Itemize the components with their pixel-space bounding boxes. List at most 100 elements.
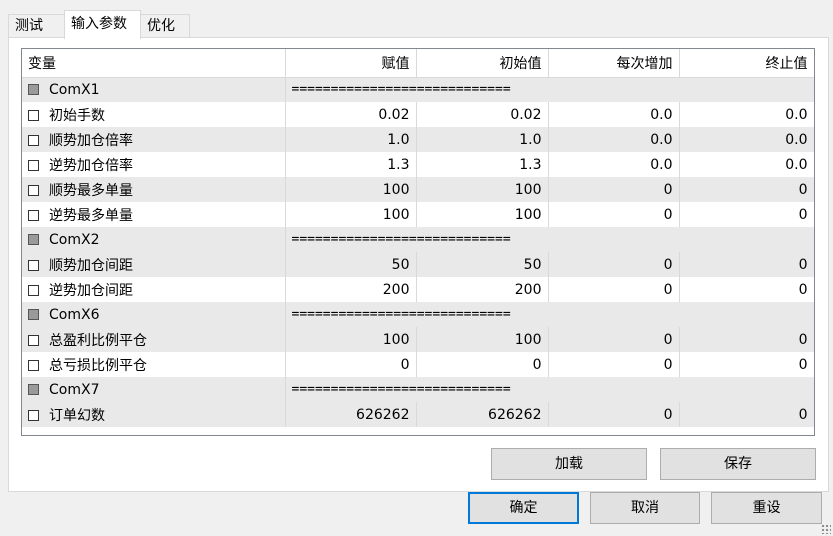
param-start[interactable]: 0: [416, 352, 549, 377]
param-stop[interactable]: 0: [679, 402, 814, 427]
param-stop[interactable]: 0.0: [679, 152, 814, 177]
param-stop[interactable]: 0: [679, 277, 814, 302]
param-name: 顺势最多单量: [49, 182, 133, 199]
param-value[interactable]: 200: [285, 277, 417, 302]
checkbox[interactable]: [28, 259, 39, 271]
param-name-cell[interactable]: 顺势加仓倍率: [22, 127, 286, 152]
param-name-cell[interactable]: 顺势加仓间距: [22, 252, 286, 277]
tab-optimize[interactable]: 优化: [140, 14, 190, 37]
param-value[interactable]: 1.0: [285, 127, 417, 152]
param-step[interactable]: 0: [548, 352, 680, 377]
param-name-cell[interactable]: 初始手数: [22, 102, 286, 127]
param-row[interactable]: 总亏损比例平仓 0 0 0 0: [22, 352, 814, 377]
col-header-start[interactable]: 初始值: [416, 49, 549, 78]
param-value[interactable]: 0.02: [285, 102, 417, 127]
param-start[interactable]: 1.3: [416, 152, 549, 177]
param-start[interactable]: 200: [416, 277, 549, 302]
param-step[interactable]: 0: [548, 202, 680, 227]
checkbox[interactable]: [28, 134, 39, 146]
param-row[interactable]: 初始手数 0.02 0.02 0.0 0.0: [22, 102, 814, 127]
checkbox[interactable]: [28, 334, 39, 346]
param-start[interactable]: 100: [416, 177, 549, 202]
param-row[interactable]: 逆势加仓倍率 1.3 1.3 0.0 0.0: [22, 152, 814, 177]
param-step[interactable]: 0: [548, 252, 680, 277]
checkbox[interactable]: [28, 184, 39, 196]
group-name-cell[interactable]: ComX2: [22, 227, 286, 252]
checkbox[interactable]: [28, 109, 39, 121]
load-button[interactable]: 加载: [491, 448, 647, 480]
param-step[interactable]: 0.0: [548, 127, 680, 152]
param-row[interactable]: 总盈利比例平仓 100 100 0 0: [22, 327, 814, 352]
param-start[interactable]: 1.0: [416, 127, 549, 152]
param-name: 总亏损比例平仓: [49, 357, 147, 374]
param-step[interactable]: 0.0: [548, 102, 680, 127]
checkbox[interactable]: [28, 308, 39, 320]
param-stop[interactable]: 0: [679, 327, 814, 352]
param-stop[interactable]: 0.0: [679, 127, 814, 152]
param-row[interactable]: 逆势最多单量 100 100 0 0: [22, 202, 814, 227]
param-step[interactable]: 0: [548, 177, 680, 202]
checkbox[interactable]: [28, 233, 39, 245]
param-row[interactable]: 订单幻数 626262 626262 0 0: [22, 402, 814, 427]
tab-input-params[interactable]: 输入参数: [64, 10, 141, 39]
param-name-cell[interactable]: 顺势最多单量: [22, 177, 286, 202]
param-row[interactable]: 顺势加仓倍率 1.0 1.0 0.0 0.0: [22, 127, 814, 152]
group-name: ComX2: [49, 231, 100, 248]
save-button[interactable]: 保存: [660, 448, 816, 480]
param-step[interactable]: 0: [548, 402, 680, 427]
checkbox[interactable]: [28, 383, 39, 395]
param-stop[interactable]: 0: [679, 177, 814, 202]
param-name: 初始手数: [49, 107, 105, 124]
param-name-cell[interactable]: 订单幻数: [22, 402, 286, 427]
param-value[interactable]: 626262: [285, 402, 417, 427]
param-step[interactable]: 0.0: [548, 152, 680, 177]
param-start[interactable]: 100: [416, 202, 549, 227]
checkbox[interactable]: [28, 359, 39, 371]
param-start[interactable]: 626262: [416, 402, 549, 427]
reset-button[interactable]: 重设: [711, 492, 822, 524]
checkbox[interactable]: [28, 83, 39, 95]
param-start[interactable]: 50: [416, 252, 549, 277]
param-name-cell[interactable]: 逆势最多单量: [22, 202, 286, 227]
checkbox[interactable]: [28, 209, 39, 221]
checkbox[interactable]: [28, 159, 39, 171]
group-row[interactable]: ComX7 ============================: [22, 377, 814, 402]
param-step[interactable]: 0: [548, 327, 680, 352]
param-name-cell[interactable]: 逆势加仓间距: [22, 277, 286, 302]
param-name-cell[interactable]: 逆势加仓倍率: [22, 152, 286, 177]
col-header-stop[interactable]: 终止值: [679, 49, 814, 78]
param-start[interactable]: 100: [416, 327, 549, 352]
param-value[interactable]: 100: [285, 202, 417, 227]
group-name-cell[interactable]: ComX1: [22, 77, 286, 102]
checkbox[interactable]: [28, 409, 39, 421]
group-name-cell[interactable]: ComX6: [22, 302, 286, 327]
param-value[interactable]: 1.3: [285, 152, 417, 177]
param-start[interactable]: 0.02: [416, 102, 549, 127]
param-stop[interactable]: 0.0: [679, 102, 814, 127]
col-header-value[interactable]: 赋值: [285, 49, 417, 78]
group-row[interactable]: ComX6 ============================: [22, 302, 814, 327]
col-header-variable[interactable]: 变量: [22, 49, 286, 78]
group-row[interactable]: ComX1 ============================: [22, 77, 814, 102]
param-row[interactable]: 逆势加仓间距 200 200 0 0: [22, 277, 814, 302]
param-stop[interactable]: 0: [679, 352, 814, 377]
checkbox[interactable]: [28, 284, 39, 296]
param-step[interactable]: 0: [548, 277, 680, 302]
param-row[interactable]: 顺势最多单量 100 100 0 0: [22, 177, 814, 202]
col-header-step[interactable]: 每次增加: [548, 49, 680, 78]
param-row[interactable]: 顺势加仓间距 50 50 0 0: [22, 252, 814, 277]
param-name-cell[interactable]: 总亏损比例平仓: [22, 352, 286, 377]
param-value[interactable]: 100: [285, 327, 417, 352]
param-value[interactable]: 0: [285, 352, 417, 377]
param-value[interactable]: 100: [285, 177, 417, 202]
cancel-button[interactable]: 取消: [590, 492, 700, 524]
resize-grip-icon[interactable]: [821, 524, 831, 534]
param-name-cell[interactable]: 总盈利比例平仓: [22, 327, 286, 352]
tab-test[interactable]: 测试: [8, 14, 65, 37]
param-value[interactable]: 50: [285, 252, 417, 277]
group-name-cell[interactable]: ComX7: [22, 377, 286, 402]
ok-button[interactable]: 确定: [468, 492, 579, 524]
group-row[interactable]: ComX2 ============================: [22, 227, 814, 252]
param-stop[interactable]: 0: [679, 202, 814, 227]
param-stop[interactable]: 0: [679, 252, 814, 277]
